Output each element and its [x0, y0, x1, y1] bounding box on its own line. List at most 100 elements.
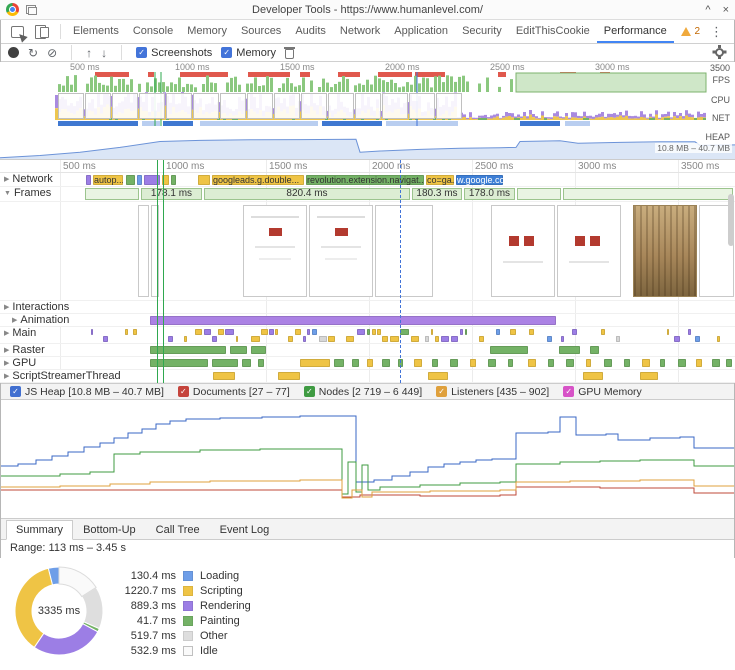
main-thread-task[interactable]	[269, 329, 274, 335]
tab-sources[interactable]: Sources	[234, 20, 288, 43]
main-thread-task[interactable]	[716, 336, 720, 342]
frame-bar[interactable]	[517, 188, 561, 200]
task-chip[interactable]	[548, 359, 554, 367]
task-chip[interactable]	[642, 359, 650, 367]
expand-triangle-icon[interactable]: ▶	[4, 329, 9, 337]
task-chip[interactable]	[428, 372, 448, 380]
expand-triangle-icon[interactable]: ▶	[4, 372, 9, 380]
task-chip[interactable]	[450, 359, 458, 367]
task-chip[interactable]	[488, 359, 496, 367]
network-request[interactable]	[171, 175, 176, 185]
main-thread-task[interactable]	[328, 336, 335, 342]
load-profile-icon[interactable]: ↑	[86, 46, 92, 60]
main-thread-task[interactable]	[275, 329, 278, 335]
main-thread-task[interactable]	[451, 336, 459, 342]
track-label-gpu[interactable]: ▶ GPU	[0, 357, 43, 369]
network-request[interactable]	[126, 175, 135, 185]
screenshots-checkbox[interactable]: ✓ Screenshots	[136, 47, 212, 59]
track-label-script_streamer[interactable]: ▶ ScriptStreamerThread	[0, 370, 127, 382]
task-chip[interactable]	[251, 346, 266, 354]
main-thread-task[interactable]	[318, 336, 328, 342]
splitter[interactable]	[0, 504, 735, 518]
main-thread-task[interactable]	[496, 329, 501, 335]
task-chip[interactable]	[726, 359, 732, 367]
track-label-network[interactable]: ▶ Network	[0, 173, 59, 185]
track-gpu[interactable]: ▶ GPU	[0, 357, 735, 370]
expand-triangle-icon[interactable]: ▶	[4, 346, 9, 354]
main-thread-task[interactable]	[441, 336, 450, 342]
network-request[interactable]: autop...	[93, 175, 123, 185]
tab-editthiscookie[interactable]: EditThisCookie	[509, 20, 597, 43]
counter-checkbox-gpu[interactable]: ✓ GPU Memory	[563, 386, 642, 398]
memory-checkbox[interactable]: ✓ Memory	[221, 47, 276, 59]
task-chip[interactable]	[242, 359, 251, 367]
task-chip[interactable]	[712, 359, 720, 367]
filmstrip-screenshot[interactable]	[309, 205, 373, 297]
main-thread-task[interactable]	[547, 336, 553, 342]
tab-security[interactable]: Security	[455, 20, 509, 43]
main-thread-task[interactable]	[509, 329, 516, 335]
tab-application[interactable]: Application	[387, 20, 455, 43]
main-thread-task[interactable]	[371, 329, 376, 335]
task-chip[interactable]	[150, 346, 226, 354]
filmstrip-screenshot[interactable]	[243, 205, 307, 297]
track-label-interactions[interactable]: ▶ Interactions	[0, 301, 76, 313]
track-script_streamer[interactable]: ▶ ScriptStreamerThread	[0, 370, 735, 383]
main-thread-task[interactable]	[251, 336, 260, 342]
network-request[interactable]	[137, 175, 142, 185]
track-label-frames[interactable]: ▼ Frames	[0, 187, 58, 199]
main-thread-task[interactable]	[302, 336, 306, 342]
settings-gear-icon[interactable]	[715, 45, 724, 57]
animation-bar[interactable]	[150, 316, 556, 325]
track-filmstrip[interactable]	[0, 202, 735, 301]
main-thread-task[interactable]	[411, 336, 419, 342]
task-chip[interactable]	[586, 359, 591, 367]
counter-checkbox-listeners[interactable]: ✓ Listeners [435 – 902]	[436, 386, 549, 398]
task-chip[interactable]	[470, 359, 476, 367]
main-thread-task[interactable]	[102, 336, 108, 342]
main-thread-task[interactable]	[431, 329, 434, 335]
main-thread-task[interactable]	[345, 336, 355, 342]
main-thread-task[interactable]	[400, 329, 410, 335]
main-thread-task[interactable]	[184, 336, 188, 342]
frame-bar[interactable]: 820.4 ms	[204, 188, 410, 200]
network-request[interactable]: revolution.extension.navigat...	[306, 175, 424, 185]
more-options-icon[interactable]: ⋮	[704, 24, 729, 40]
tab-audits[interactable]: Audits	[288, 20, 333, 43]
tab-elements[interactable]: Elements	[66, 20, 126, 43]
task-chip[interactable]	[566, 359, 574, 367]
task-chip[interactable]	[660, 359, 665, 367]
save-profile-icon[interactable]: ↓	[101, 46, 107, 60]
network-request[interactable]: w.google.co...	[456, 175, 503, 185]
main-thread-task[interactable]	[479, 336, 484, 342]
main-thread-task[interactable]	[204, 329, 211, 335]
task-chip[interactable]	[278, 372, 300, 380]
tab-memory[interactable]: Memory	[180, 20, 234, 43]
expand-triangle-icon[interactable]: ▶	[4, 359, 9, 367]
main-thread-task[interactable]	[90, 329, 94, 335]
task-chip[interactable]	[230, 346, 247, 354]
network-request[interactable]	[198, 175, 210, 185]
task-chip[interactable]	[559, 346, 580, 354]
clear-recording-icon[interactable]: ⊘	[47, 46, 57, 60]
frame-bar[interactable]: 180.3 ms	[412, 188, 462, 200]
main-thread-task[interactable]	[133, 329, 138, 335]
task-chip[interactable]	[367, 359, 373, 367]
main-thread-task[interactable]	[694, 336, 701, 342]
task-chip[interactable]	[508, 359, 513, 367]
network-request[interactable]: googleads.g.double...	[212, 175, 304, 185]
task-chip[interactable]	[640, 372, 658, 380]
reload-and-record-icon[interactable]: ↻	[28, 46, 38, 60]
scrollbar-thumb[interactable]	[728, 194, 734, 246]
main-thread-task[interactable]	[311, 329, 318, 335]
main-thread-task[interactable]	[601, 329, 606, 335]
main-thread-task[interactable]	[367, 329, 371, 335]
main-thread-task[interactable]	[295, 329, 301, 335]
filmstrip-screenshot[interactable]	[557, 205, 621, 297]
task-chip[interactable]	[490, 346, 528, 354]
expand-triangle-icon[interactable]: ▶	[4, 175, 9, 183]
track-animation[interactable]: ▶ Animation	[0, 314, 735, 327]
main-thread-task[interactable]	[389, 336, 399, 342]
track-label-raster[interactable]: ▶ Raster	[0, 344, 51, 356]
task-chip[interactable]	[382, 359, 390, 367]
